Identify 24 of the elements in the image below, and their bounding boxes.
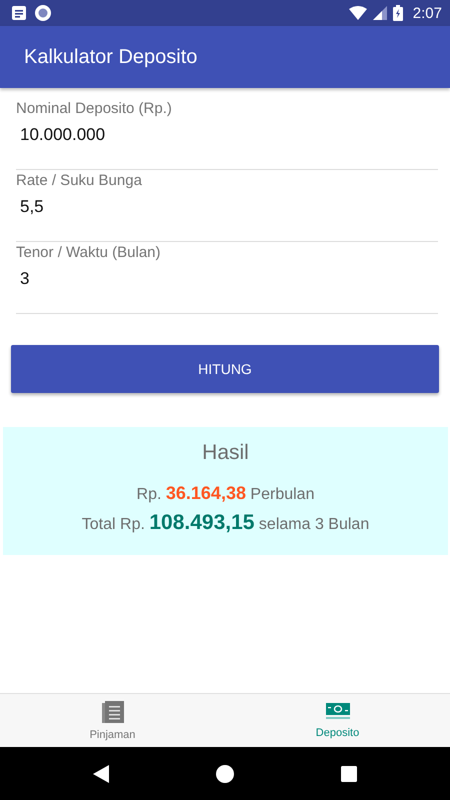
- input-field[interactable]: 3: [16, 261, 438, 289]
- app-title: Kalkulator Deposito: [24, 46, 198, 68]
- nav-tab[interactable]: Pinjaman: [0, 694, 225, 747]
- input-field[interactable]: 5,5: [16, 189, 438, 217]
- field-label: Tenor / Waktu (Bulan): [16, 244, 160, 261]
- signal-icon: [372, 6, 387, 20]
- calculate-button[interactable]: HITUNG: [11, 345, 439, 393]
- input-field[interactable]: 10.000.000: [16, 117, 438, 145]
- home-icon[interactable]: [216, 764, 234, 782]
- field-label: Nominal Deposito (Rp.): [16, 100, 172, 117]
- field-label: Rate / Suku Bunga: [16, 172, 142, 189]
- notification-icon: [12, 6, 26, 20]
- result-title: Hasil: [202, 441, 249, 465]
- document-icon: [102, 700, 124, 722]
- wifi-icon: [348, 6, 367, 20]
- nav-tab[interactable]: Deposito: [225, 694, 450, 747]
- back-icon[interactable]: [93, 764, 110, 782]
- record-icon: [35, 5, 51, 21]
- result-line: Total Rp. 108.493,15 selama 3 Bulan: [82, 510, 370, 536]
- status-time: 2:07: [412, 4, 442, 22]
- battery-icon: [392, 5, 403, 21]
- banknote-icon: [326, 702, 350, 720]
- recents-icon[interactable]: [340, 766, 357, 782]
- result-line: Rp. 36.164,38 Perbulan: [136, 482, 314, 505]
